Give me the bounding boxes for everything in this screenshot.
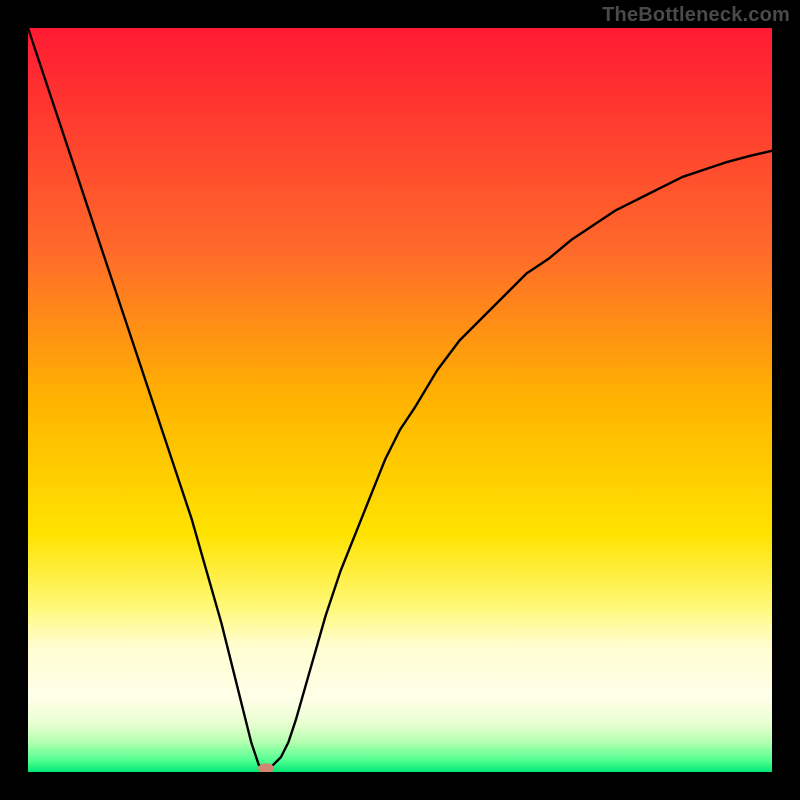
watermark-text: TheBottleneck.com bbox=[602, 4, 790, 27]
gradient-background bbox=[28, 28, 772, 772]
chart-frame: TheBottleneck.com bbox=[0, 0, 800, 800]
plot-area bbox=[28, 28, 772, 772]
bottleneck-curve-chart bbox=[28, 28, 772, 772]
